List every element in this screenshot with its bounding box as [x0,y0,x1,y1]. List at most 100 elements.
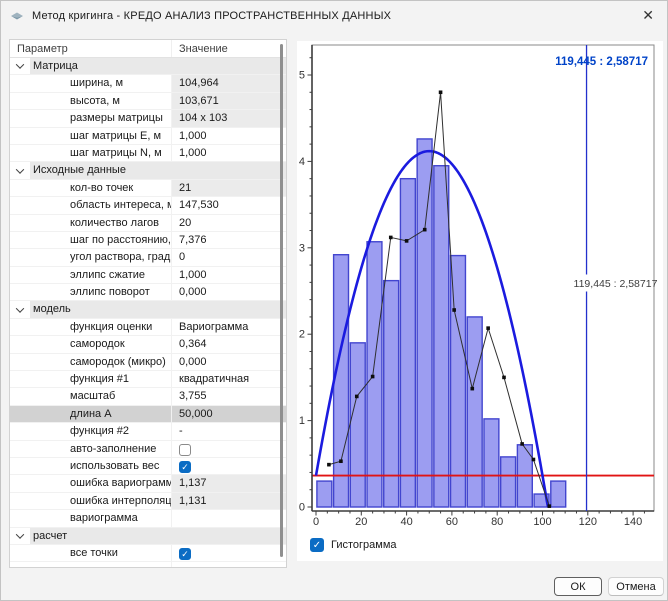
param-value[interactable]: ✓ [171,545,286,561]
svg-text:140: 140 [624,516,642,528]
cancel-button[interactable]: Отмена [608,577,664,596]
variogram-chart[interactable]: 020406080100120140012345119,445 : 2,5871… [297,41,663,536]
table-scrollbar[interactable] [277,40,286,567]
group-row[interactable]: Исходные данные [10,162,286,179]
param-value[interactable]: 50,000 [171,406,286,422]
param-value[interactable]: квадратичная [171,371,286,387]
param-value[interactable]: 0,000 [171,284,286,300]
crosshair-label-mid: 119,445 : 2,58717 [574,278,658,290]
param-value: 104 x 103 [171,110,286,126]
row-gutter [10,493,30,509]
param-value[interactable]: 147,530 [171,197,286,213]
column-header-parameter: Параметр [10,40,171,57]
scrollbar-thumb[interactable] [280,44,283,557]
param-value[interactable] [171,510,286,526]
param-value[interactable]: 7,376 [171,232,286,248]
param-row[interactable]: ошибка интерполяции1,131 [10,493,286,510]
param-value: 1,131 [171,493,286,509]
param-row[interactable]: самородок0,364 [10,336,286,353]
param-row[interactable]: область интереса, м147,530 [10,197,286,214]
param-row[interactable]: самородок (микро)0,000 [10,354,286,371]
row-gutter [10,93,30,109]
param-label: высота, м [30,93,171,109]
param-row[interactable]: ширина, м104,964 [10,75,286,92]
param-row[interactable]: кол-во точек21 [10,180,286,197]
param-value[interactable]: 3,755 [171,388,286,404]
param-value[interactable]: 1,000 [171,145,286,161]
param-value[interactable]: 1,000 [171,128,286,144]
param-row[interactable]: количество лагов20 [10,215,286,232]
param-value[interactable] [171,562,286,568]
row-gutter [10,162,30,178]
param-row[interactable]: шаг по расстоянию, м7,376 [10,232,286,249]
legend-histogram: ✓ Гистограмма [310,538,397,552]
group-row[interactable]: расчет [10,528,286,545]
param-value[interactable] [171,441,286,457]
param-row[interactable]: размеры матрицы104 x 103 [10,110,286,127]
param-row[interactable]: высота, м103,671 [10,93,286,110]
y-axis-labels: 012345 [299,70,305,514]
param-row[interactable]: ошибка вариограммы1,137 [10,475,286,492]
chevron-down-icon[interactable] [16,165,24,173]
param-value[interactable]: Вариограмма [171,319,286,335]
param-row[interactable]: использовать вес ✓ [10,458,286,475]
param-label: количество лагов [30,215,171,231]
svg-text:5: 5 [299,70,305,82]
param-value[interactable]: 0,364 [171,336,286,352]
param-row[interactable]: функция #1квадратичная [10,371,286,388]
param-value[interactable]: 0 [171,249,286,265]
close-icon[interactable]: ✕ [642,7,654,23]
row-gutter [10,232,30,248]
row-gutter [10,388,30,404]
window-title: Метод кригинга - КРЕДО АНАЛИЗ ПРОСТРАНСТ… [32,10,391,22]
svg-text:2: 2 [299,329,305,341]
param-row[interactable]: эллипс сжатие1,000 [10,267,286,284]
param-row[interactable]: длина A50,000 [10,406,286,423]
group-row[interactable]: модель [10,301,286,318]
x-axis-labels: 020406080100120140 [313,516,642,528]
checkbox-unchecked[interactable] [179,444,191,456]
param-row[interactable]: все точки✓ [10,545,286,562]
checkbox-checked[interactable]: ✓ [179,461,191,473]
row-gutter [10,319,30,335]
param-value[interactable]: 0,000 [171,354,286,370]
svg-text:1: 1 [299,415,305,427]
param-row[interactable]: авто-заполнение [10,441,286,458]
param-label: ширина, м [30,75,171,91]
param-value[interactable]: 1,000 [171,267,286,283]
chevron-down-icon[interactable] [16,61,24,69]
param-label: масштаб [30,388,171,404]
table-body: Матрицаширина, м104,964высота, м103,671р… [10,58,286,568]
param-label: длина A [30,406,171,422]
param-row[interactable] [10,562,286,568]
param-label: ошибка вариограммы [30,475,171,491]
param-value[interactable]: ✓ [171,458,286,474]
param-row[interactable]: функция #2- [10,423,286,440]
row-gutter [10,180,30,196]
row-gutter [10,128,30,144]
row-gutter [10,215,30,231]
param-row[interactable]: эллипс поворот0,000 [10,284,286,301]
param-label: угол раствора, град. [30,249,171,265]
group-row[interactable]: Матрица [10,58,286,75]
param-value: 21 [171,180,286,196]
svg-text:4: 4 [299,156,305,168]
param-row[interactable]: масштаб3,755 [10,388,286,405]
param-value[interactable]: - [171,423,286,439]
checkbox-checked[interactable]: ✓ [179,548,191,560]
param-value[interactable]: 20 [171,215,286,231]
param-row[interactable]: угол раствора, град.0 [10,249,286,266]
param-row[interactable]: шаг матрицы E, м1,000 [10,128,286,145]
param-label: эллипс сжатие [30,267,171,283]
row-gutter [10,301,30,317]
row-gutter [10,458,30,474]
histogram-checkbox[interactable]: ✓ [310,538,324,552]
param-label: использовать вес [30,458,171,474]
chevron-down-icon[interactable] [16,304,24,312]
param-row[interactable]: вариограмма [10,510,286,527]
group-label: Матрица [30,58,286,74]
param-row[interactable]: шаг матрицы N, м1,000 [10,145,286,162]
ok-button[interactable]: ОК [554,577,602,596]
param-row[interactable]: функция оценкиВариограмма [10,319,286,336]
chevron-down-icon[interactable] [16,530,24,538]
